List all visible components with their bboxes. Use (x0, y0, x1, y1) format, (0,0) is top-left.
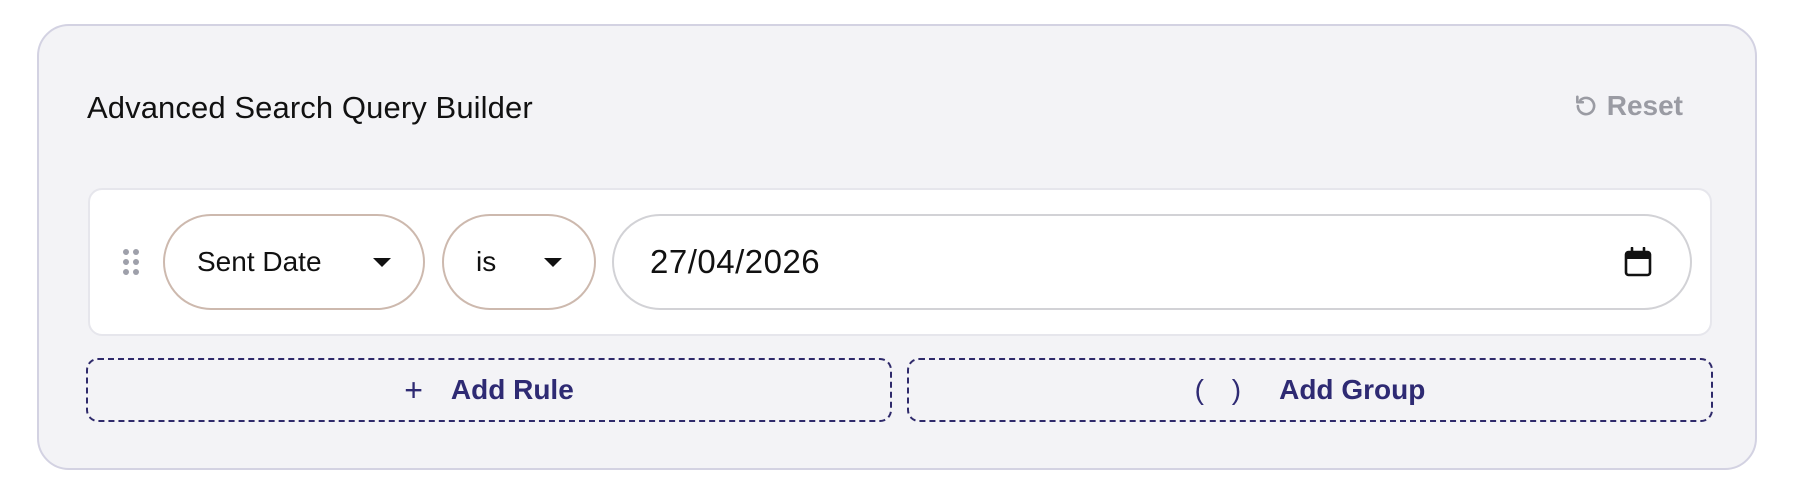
calendar-icon[interactable] (1624, 247, 1652, 277)
operator-select-value: is (476, 246, 497, 277)
add-group-button[interactable]: ( ) Add Group (907, 358, 1713, 422)
drag-handle-icon[interactable] (122, 248, 140, 276)
parentheses-icon: ( ) (1194, 374, 1252, 405)
reset-icon (1575, 95, 1596, 116)
chevron-down-icon (544, 257, 562, 267)
reset-button[interactable]: Reset (1573, 90, 1683, 122)
reset-label: Reset (1606, 90, 1683, 121)
date-value: 27/04/2026 (650, 243, 821, 280)
add-rule-button[interactable]: + Add Rule (86, 358, 892, 422)
field-select[interactable]: Sent Date (163, 214, 425, 310)
date-value-input[interactable]: 27/04/2026 (612, 214, 1692, 310)
plus-icon: + (404, 372, 423, 408)
chevron-down-icon (373, 257, 391, 267)
page-title: Advanced Search Query Builder (87, 90, 533, 125)
add-group-label: Add Group (1279, 374, 1426, 405)
rule-row: Sent Date is 27/04/2026 (88, 188, 1712, 336)
operator-select[interactable]: is (442, 214, 596, 310)
add-rule-label: Add Rule (450, 374, 574, 405)
field-select-value: Sent Date (197, 246, 322, 277)
